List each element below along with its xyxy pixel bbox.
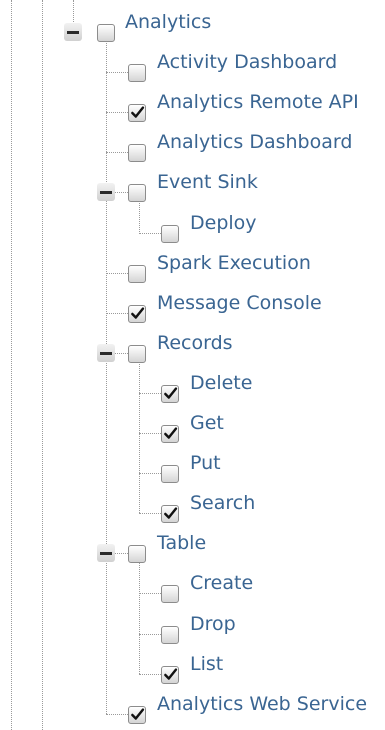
tree-connector-horizontal (106, 152, 128, 154)
collapse-minus-icon (100, 351, 112, 355)
tree-checkbox[interactable] (128, 64, 146, 83)
tree-node-label[interactable]: Search (190, 491, 255, 515)
tree-node-label[interactable]: Event Sink (157, 170, 258, 194)
collapse-toggle[interactable] (64, 23, 82, 41)
tree-connector-horizontal (106, 112, 128, 114)
collapse-toggle[interactable] (97, 183, 115, 202)
tree-checkbox[interactable] (128, 545, 146, 564)
tree-connector-horizontal (106, 272, 128, 274)
tree-node-label[interactable]: Message Console (157, 291, 322, 315)
tree-node-label[interactable]: Put (190, 451, 221, 475)
tree-node-label[interactable]: Create (190, 571, 253, 595)
tree-checkbox[interactable] (161, 665, 179, 684)
tree-checkbox[interactable] (161, 585, 179, 604)
tree-connector-vertical (106, 34, 107, 714)
tree-connector-horizontal (139, 593, 161, 595)
tree-node-label[interactable]: Analytics Web Service (157, 692, 367, 716)
ancestor-guide-line (11, 0, 12, 730)
tree-checkbox[interactable] (161, 465, 179, 484)
tree-connector-horizontal (106, 713, 128, 715)
collapse-toggle[interactable] (97, 343, 115, 362)
tree-connector-horizontal (139, 232, 161, 234)
tree-checkbox[interactable] (128, 344, 146, 363)
tree-node-label[interactable]: Drop (190, 612, 236, 636)
tree-node-label[interactable]: Table (157, 531, 206, 555)
tree-connector-horizontal (139, 392, 161, 394)
tree-checkbox[interactable] (128, 705, 146, 724)
tree-node-label[interactable]: Get (190, 411, 224, 435)
tree-connector-horizontal (139, 473, 161, 475)
tree-checkbox[interactable] (128, 104, 146, 123)
tree-connector-horizontal (106, 72, 128, 74)
tree-checkbox[interactable] (161, 625, 179, 644)
tree-connector-vertical (73, 0, 74, 24)
tree-node-label[interactable]: Analytics Remote API (157, 90, 359, 114)
tree-checkbox[interactable] (97, 24, 115, 42)
tree-node-label[interactable]: Analytics Dashboard (157, 130, 352, 154)
tree-node-label[interactable]: Delete (190, 371, 252, 395)
tree-node-label[interactable]: Records (157, 331, 233, 355)
tree-connector-horizontal (106, 312, 128, 314)
tree-node-label[interactable]: Activity Dashboard (157, 50, 337, 74)
permission-tree: Analytics Activity Dashboard Analytics Rem… (0, 0, 385, 730)
tree-connector-vertical (139, 555, 140, 674)
collapse-minus-icon (100, 191, 112, 195)
tree-node-label[interactable]: Deploy (190, 211, 257, 235)
collapse-minus-icon (67, 31, 79, 34)
tree-checkbox[interactable] (128, 264, 146, 283)
tree-connector-horizontal (139, 433, 161, 434)
tree-checkbox[interactable] (161, 384, 179, 403)
ancestor-guide-line (42, 0, 43, 730)
tree-checkbox[interactable] (128, 304, 146, 323)
tree-checkbox[interactable] (128, 144, 146, 163)
tree-checkbox[interactable] (161, 224, 179, 243)
tree-checkbox[interactable] (128, 184, 146, 203)
tree-connector-horizontal (139, 633, 161, 635)
tree-connector-horizontal (139, 673, 161, 675)
collapse-minus-icon (100, 552, 112, 556)
tree-checkbox[interactable] (161, 425, 179, 443)
collapse-toggle[interactable] (97, 544, 115, 563)
tree-node-label[interactable]: List (190, 652, 223, 676)
tree-node-label[interactable]: Spark Execution (157, 251, 311, 275)
tree-checkbox[interactable] (161, 505, 179, 524)
tree-node-label[interactable]: Analytics (125, 10, 211, 34)
tree-connector-horizontal (139, 513, 161, 515)
